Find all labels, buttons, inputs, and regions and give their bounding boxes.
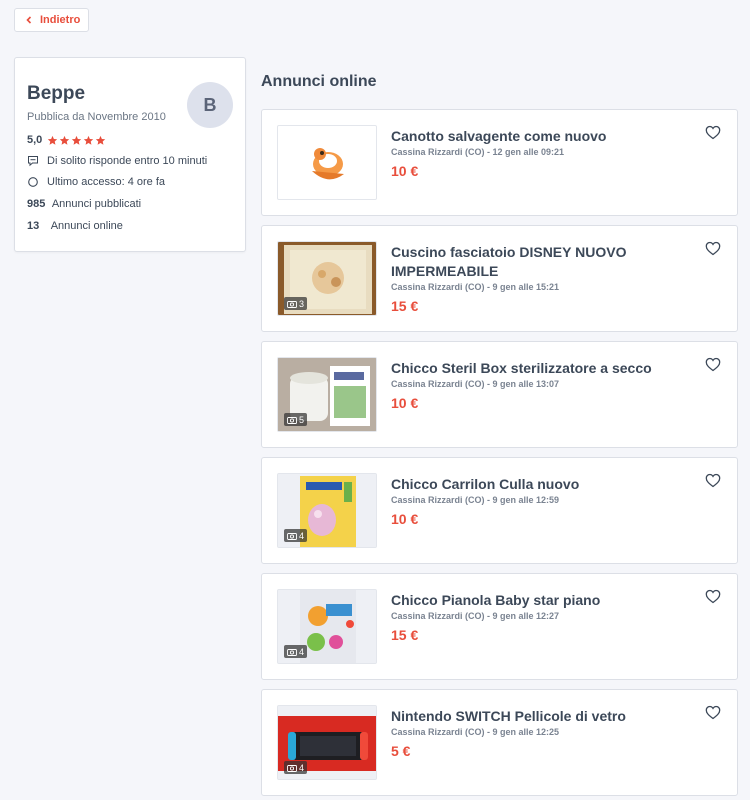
chevron-left-icon	[26, 16, 32, 24]
listing-location-date: Cassina Rizzardi (CO) - 9 gen alle 15:21	[391, 282, 560, 292]
listing-title[interactable]: Chicco Carrilon Culla nuovo	[391, 475, 691, 494]
listing-card[interactable]: 3 Cuscino fasciatoio DISNEY NUOVO IMPERM…	[261, 225, 738, 332]
rating-value: 5,0	[27, 134, 43, 146]
listing-price: 5 €	[391, 743, 411, 759]
listing-card[interactable]: 5 Chicco Steril Box sterilizzatore a sec…	[261, 341, 738, 448]
response-time: Di solito risponde entro 10 minuti	[27, 155, 233, 167]
listing-thumbnail[interactable]: 4	[277, 705, 377, 780]
listing-location-date: Cassina Rizzardi (CO) - 9 gen alle 12:59	[391, 495, 560, 505]
back-button-label: Indietro	[40, 14, 81, 26]
listing-price: 10 €	[391, 511, 419, 527]
listing-thumbnail[interactable]: 5	[277, 357, 377, 432]
online-count-row: 13 Annunci online	[27, 220, 123, 232]
photo-count-badge: 4	[284, 761, 308, 774]
rating-stars	[47, 135, 106, 146]
listing-thumbnail[interactable]: 4	[277, 473, 377, 548]
seller-rating: 5,0	[27, 134, 233, 146]
listing-location-date: Cassina Rizzardi (CO) - 9 gen alle 13:07	[391, 379, 560, 389]
chat-bubble-icon	[28, 156, 38, 167]
heart-outline-icon[interactable]	[705, 125, 721, 140]
camera-icon	[287, 416, 297, 424]
star-icon	[84, 135, 94, 145]
star-icon	[72, 135, 82, 145]
star-icon	[48, 135, 58, 145]
listing-location-date: Cassina Rizzardi (CO) - 9 gen alle 12:25	[391, 727, 560, 737]
product-image	[278, 126, 376, 199]
listing-price: 15 €	[391, 627, 419, 643]
heart-outline-icon[interactable]	[705, 357, 721, 372]
listing-thumbnail[interactable]: 4	[277, 589, 377, 664]
photo-count-badge: 4	[284, 529, 308, 542]
listing-title[interactable]: Chicco Pianola Baby star piano	[391, 591, 691, 610]
photo-count-badge: 5	[284, 413, 308, 426]
back-button[interactable]: Indietro	[14, 8, 90, 32]
camera-icon	[287, 532, 297, 540]
heart-outline-icon[interactable]	[705, 705, 721, 720]
listing-title[interactable]: Nintendo SWITCH Pellicole di vetro	[391, 707, 691, 726]
camera-icon	[287, 764, 297, 772]
heart-outline-icon[interactable]	[705, 589, 721, 604]
heart-outline-icon[interactable]	[705, 241, 721, 256]
listing-card[interactable]: Canotto salvagente come nuovo Cassina Ri…	[261, 109, 738, 216]
published-count-row: 985 Annunci pubblicati	[27, 198, 142, 210]
avatar: B	[187, 82, 233, 128]
listing-thumbnail[interactable]: 3	[277, 241, 377, 316]
listing-thumbnail[interactable]	[277, 125, 377, 200]
camera-icon	[287, 300, 297, 308]
listing-title[interactable]: Canotto salvagente come nuovo	[391, 127, 691, 146]
listing-location-date: Cassina Rizzardi (CO) - 9 gen alle 12:27	[391, 611, 560, 621]
listing-price: 10 €	[391, 395, 419, 411]
last-access: Ultimo accesso: 4 ore fa	[27, 176, 233, 188]
listing-card[interactable]: 4 Chicco Pianola Baby star piano Cassina…	[261, 573, 738, 680]
clock-circle-icon	[28, 177, 38, 187]
listing-title[interactable]: Chicco Steril Box sterilizzatore a secco	[391, 359, 691, 378]
listing-card[interactable]: 4 Nintendo SWITCH Pellicole di vetro Cas…	[261, 689, 738, 796]
listing-title[interactable]: Cuscino fasciatoio DISNEY NUOVO IMPERMEA…	[391, 243, 691, 281]
star-icon	[60, 135, 70, 145]
photo-count-badge: 3	[284, 297, 308, 310]
star-icon	[96, 135, 106, 145]
camera-icon	[287, 648, 297, 656]
listing-price: 10 €	[391, 163, 419, 179]
listing-card[interactable]: 4 Chicco Carrilon Culla nuovo Cassina Ri…	[261, 457, 738, 564]
section-title: Annunci online	[261, 73, 377, 90]
seller-profile-card: Beppe Pubblica da Novembre 2010 B 5,0 Di…	[14, 57, 246, 252]
photo-count-badge: 4	[284, 645, 308, 658]
listing-location-date: Cassina Rizzardi (CO) - 12 gen alle 09:2…	[391, 147, 565, 157]
listing-price: 15 €	[391, 298, 419, 314]
heart-outline-icon[interactable]	[705, 473, 721, 488]
